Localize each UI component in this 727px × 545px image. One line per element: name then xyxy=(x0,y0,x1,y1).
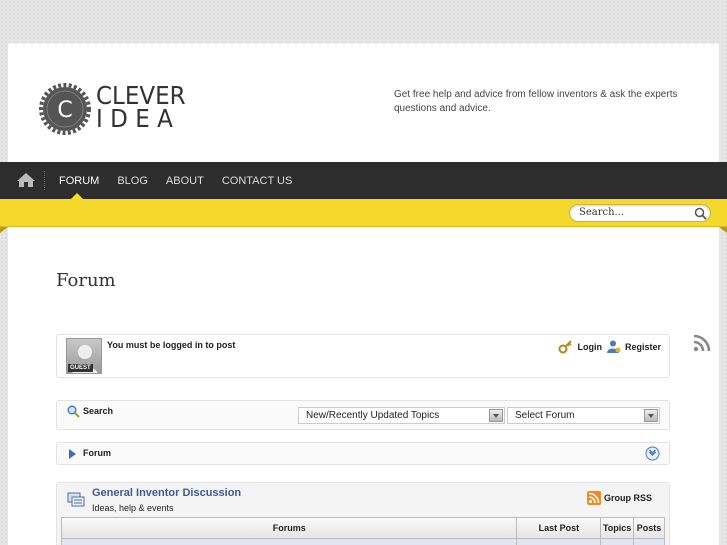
page-title: Forum xyxy=(56,270,116,291)
ribbon-fold-right xyxy=(719,227,727,233)
login-required-message: You must be logged in to post xyxy=(107,340,236,350)
forums-table-header: Forums Last Post Topics Posts xyxy=(61,517,665,539)
guest-label: GUEST xyxy=(68,364,93,372)
forum-category: General Inventor Discussion Ideas, help … xyxy=(56,482,670,545)
svg-text:C: C xyxy=(57,98,72,123)
logo-text-line2: IDEA xyxy=(96,104,181,133)
nav-item-contact-us[interactable]: CONTACT US xyxy=(222,174,293,188)
search-label[interactable]: Search xyxy=(83,406,113,416)
magnifier-icon xyxy=(67,405,80,418)
column-header-forums[interactable]: Forums xyxy=(62,518,518,538)
search-icon[interactable] xyxy=(694,207,707,220)
search-type-value: New/Recently Updated Topics xyxy=(306,410,440,421)
main-navbar: FORUM BLOG ABOUT CONTACT US xyxy=(0,162,727,352)
table-cell xyxy=(634,539,664,545)
nav-item-forum[interactable]: FORUM xyxy=(59,174,99,188)
category-description: Ideas, help & events xyxy=(92,503,174,513)
nav-divider xyxy=(44,171,45,190)
rss-icon[interactable] xyxy=(693,334,711,352)
search-type-select[interactable]: New/Recently Updated Topics xyxy=(298,407,505,424)
auth-links: Login Register xyxy=(558,339,661,354)
table-cell xyxy=(62,539,518,545)
table-cell xyxy=(601,539,635,545)
login-link[interactable]: Login xyxy=(577,342,602,352)
forum-search-panel: Search New/Recently Updated Topics Selec… xyxy=(56,400,670,430)
home-icon[interactable] xyxy=(16,172,36,188)
table-row[interactable] xyxy=(61,539,665,545)
site-search-input[interactable]: Search... xyxy=(569,204,711,222)
user-icon xyxy=(606,340,621,353)
breadcrumb-forum-link[interactable]: Forum xyxy=(83,448,111,458)
site-tagline: Get free help and advice from fellow inv… xyxy=(394,89,678,114)
avatar: GUEST xyxy=(66,338,102,374)
column-header-topics[interactable]: Topics xyxy=(601,518,635,538)
logo-badge-icon: C xyxy=(39,83,91,135)
site-logo[interactable]: C CLEVER IDEA xyxy=(38,82,198,136)
search-input-value: Search... xyxy=(579,207,625,218)
forum-list-icon xyxy=(67,492,85,507)
category-title-link[interactable]: General Inventor Discussion xyxy=(92,487,241,499)
forum-select[interactable]: Select Forum xyxy=(507,407,660,424)
register-link[interactable]: Register xyxy=(625,342,661,352)
breadcrumb: Forum xyxy=(56,442,670,465)
nav-item-blog[interactable]: BLOG xyxy=(117,174,148,188)
forum-select-value: Select Forum xyxy=(515,410,575,421)
column-header-last-post[interactable]: Last Post xyxy=(517,518,602,538)
rss-icon xyxy=(587,491,601,505)
chevron-down-icon xyxy=(489,409,503,422)
column-header-posts[interactable]: Posts xyxy=(634,518,664,538)
group-rss-label: Group RSS xyxy=(604,493,653,503)
arrow-right-icon xyxy=(69,449,76,459)
login-panel: GUEST You must be logged in to post Logi… xyxy=(56,334,670,378)
table-cell xyxy=(517,539,602,545)
key-icon xyxy=(558,340,573,354)
nav-menu: FORUM BLOG ABOUT CONTACT US xyxy=(59,174,310,188)
collapse-icon[interactable] xyxy=(645,446,660,461)
chevron-down-icon xyxy=(644,409,658,422)
ribbon-fold-left xyxy=(0,227,8,233)
group-rss-link[interactable]: Group RSS xyxy=(587,491,652,505)
nav-item-about[interactable]: ABOUT xyxy=(166,174,204,188)
